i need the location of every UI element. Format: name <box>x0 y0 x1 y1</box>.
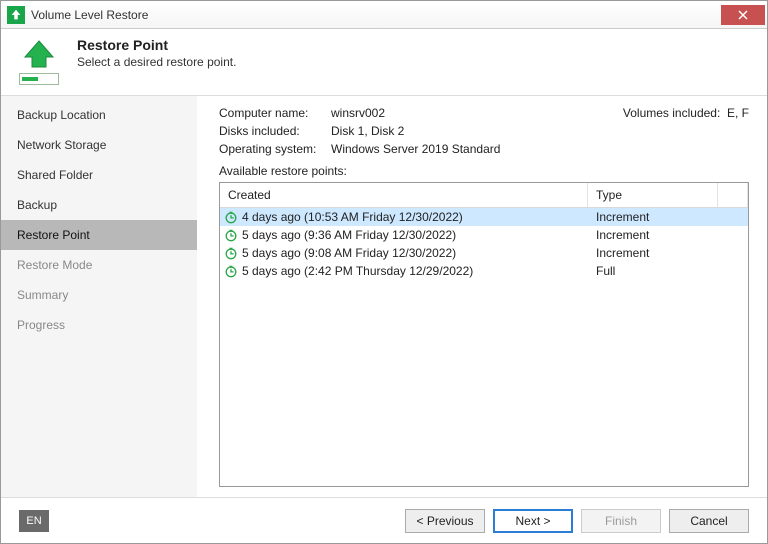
restore-point-row[interactable]: 4 days ago (10:53 AM Friday 12/30/2022)I… <box>220 208 748 226</box>
restore-point-row[interactable]: 5 days ago (9:08 AM Friday 12/30/2022)In… <box>220 244 748 262</box>
wizard-window: Volume Level Restore Restore Point Selec… <box>0 0 768 544</box>
previous-button[interactable]: < Previous <box>405 509 485 533</box>
finish-button: Finish <box>581 509 661 533</box>
row-created: 5 days ago (9:08 AM Friday 12/30/2022) <box>242 245 588 261</box>
row-type: Increment <box>588 228 748 242</box>
progress-glyph <box>19 73 59 85</box>
sidebar-step-summary: Summary <box>1 280 197 310</box>
col-header-spacer <box>718 183 748 207</box>
available-points-label: Available restore points: <box>219 164 749 178</box>
restore-point-icon <box>224 246 238 260</box>
row-created: 5 days ago (9:36 AM Friday 12/30/2022) <box>242 227 588 243</box>
cancel-button[interactable]: Cancel <box>669 509 749 533</box>
os-label: Operating system: <box>219 142 331 156</box>
app-icon <box>7 6 25 24</box>
wizard-header: Restore Point Select a desired restore p… <box>1 29 767 95</box>
row-type: Full <box>588 264 748 278</box>
sidebar-step-shared-folder[interactable]: Shared Folder <box>1 160 197 190</box>
next-button[interactable]: Next > <box>493 509 573 533</box>
restore-point-row[interactable]: 5 days ago (9:36 AM Friday 12/30/2022)In… <box>220 226 748 244</box>
close-icon <box>738 10 748 20</box>
sidebar-step-restore-mode: Restore Mode <box>1 250 197 280</box>
language-button[interactable]: EN <box>19 510 49 532</box>
sidebar-step-network-storage[interactable]: Network Storage <box>1 130 197 160</box>
restore-point-icon <box>224 264 238 278</box>
row-type: Increment <box>588 210 748 224</box>
list-body: 4 days ago (10:53 AM Friday 12/30/2022)I… <box>220 208 748 486</box>
main-panel: Computer name: winsrv002 Volumes include… <box>197 96 767 497</box>
page-title: Restore Point <box>77 37 236 53</box>
close-button[interactable] <box>721 5 765 25</box>
computer-name-value: winsrv002 <box>331 106 623 120</box>
restore-icon <box>15 39 63 85</box>
window-title: Volume Level Restore <box>31 8 721 22</box>
col-header-created[interactable]: Created <box>220 183 588 207</box>
sidebar-step-progress: Progress <box>1 310 197 340</box>
row-type: Increment <box>588 246 748 260</box>
row-created: 5 days ago (2:42 PM Thursday 12/29/2022) <box>242 263 588 279</box>
computer-name-label: Computer name: <box>219 106 331 120</box>
sidebar-step-restore-point[interactable]: Restore Point <box>1 220 197 250</box>
wizard-footer: EN < Previous Next > Finish Cancel <box>1 497 767 543</box>
disks-value: Disk 1, Disk 2 <box>331 124 749 138</box>
wizard-body: Backup LocationNetwork StorageShared Fol… <box>1 95 767 497</box>
volumes-included-label: Volumes included: <box>623 106 720 120</box>
restore-points-list: Created Type 4 days ago (10:53 AM Friday… <box>219 182 749 487</box>
col-header-type[interactable]: Type <box>588 183 718 207</box>
disks-label: Disks included: <box>219 124 331 138</box>
restore-point-row[interactable]: 5 days ago (2:42 PM Thursday 12/29/2022)… <box>220 262 748 280</box>
list-header: Created Type <box>220 183 748 208</box>
page-subtitle: Select a desired restore point. <box>77 55 236 69</box>
restore-point-icon <box>224 228 238 242</box>
volumes-included-value: E, F <box>727 106 749 120</box>
sidebar-step-backup[interactable]: Backup <box>1 190 197 220</box>
info-disks: Disks included: Disk 1, Disk 2 <box>219 124 749 138</box>
wizard-sidebar: Backup LocationNetwork StorageShared Fol… <box>1 96 197 497</box>
row-created: 4 days ago (10:53 AM Friday 12/30/2022) <box>242 209 588 225</box>
sidebar-step-backup-location[interactable]: Backup Location <box>1 100 197 130</box>
titlebar: Volume Level Restore <box>1 1 767 29</box>
info-computer-name: Computer name: winsrv002 Volumes include… <box>219 106 749 120</box>
os-value: Windows Server 2019 Standard <box>331 142 749 156</box>
restore-point-icon <box>224 210 238 224</box>
info-os: Operating system: Windows Server 2019 St… <box>219 142 749 156</box>
